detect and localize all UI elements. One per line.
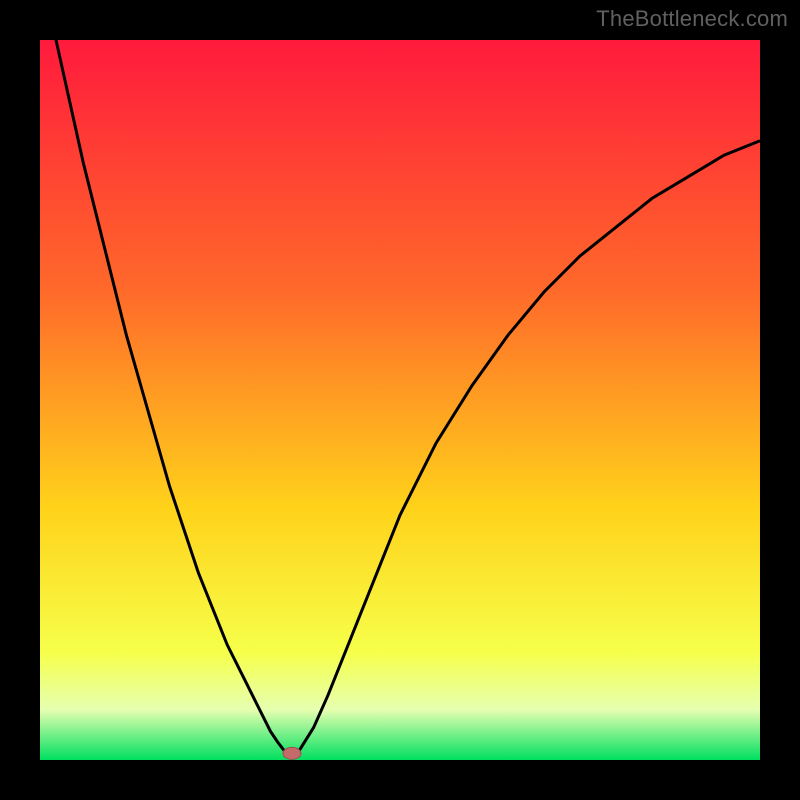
plot-area bbox=[40, 40, 760, 760]
watermark-text: TheBottleneck.com bbox=[596, 6, 788, 32]
chart-svg bbox=[40, 40, 760, 760]
background-gradient bbox=[40, 40, 760, 760]
chart-frame: TheBottleneck.com bbox=[0, 0, 800, 800]
minimum-marker bbox=[283, 747, 301, 759]
